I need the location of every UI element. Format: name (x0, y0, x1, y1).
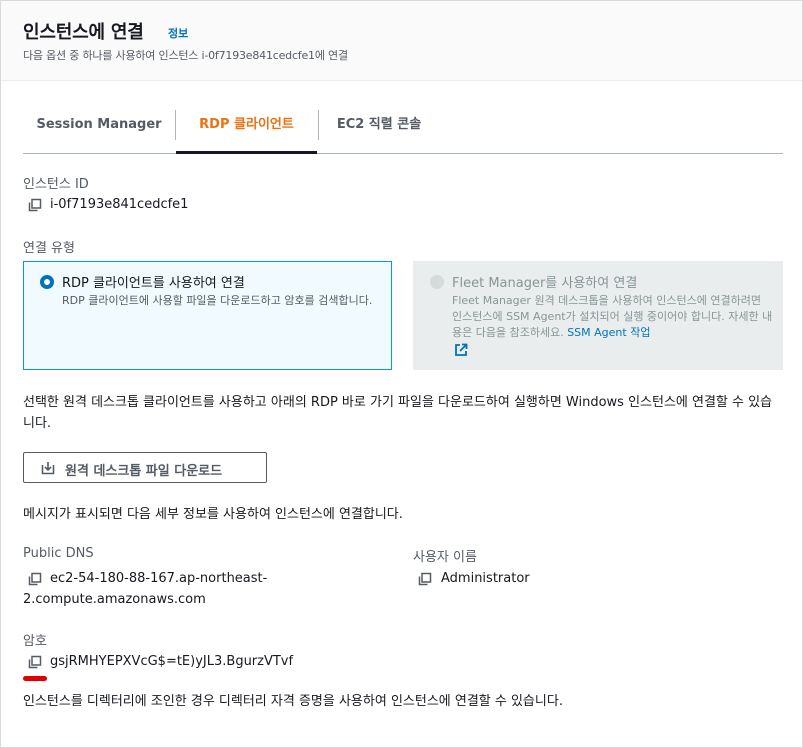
rdp-client-radio[interactable] (40, 275, 54, 289)
download-rdp-file-button[interactable]: 원격 데스크톱 파일 다운로드 (23, 452, 267, 483)
public-dns-value-line1: ec2-54-180-88-167.ap-northeast- (50, 571, 268, 586)
prompt-description: 메시지가 표시되면 다음 세부 정보를 사용하여 인스턴스에 연결합니다. (23, 507, 403, 522)
fleet-manager-option: Fleet Manager를 사용하여 연결 Fleet Manager 원격 … (413, 261, 783, 370)
panel-header: 인스턴스에 연결 정보 다음 옵션 중 하나를 사용하여 인스턴스 i-0f71… (1, 1, 802, 81)
ssm-agent-link[interactable]: SSM Agent 작업 (567, 326, 650, 339)
fleet-manager-radio (430, 275, 444, 289)
fleet-option-description: Fleet Manager 원격 데스크톱을 사용하여 인스턴스에 연결하려면 … (452, 293, 774, 341)
copy-icon[interactable] (28, 198, 42, 212)
tab-session-manager[interactable]: Session Manager (23, 96, 175, 153)
download-description: 선택한 원격 데스크톱 클라이언트를 사용하고 아래의 RDP 바로 가기 파일… (23, 395, 773, 431)
instance-id-label: 인스턴스 ID (23, 177, 89, 192)
username-value: Administrator (441, 571, 530, 586)
tab-ec2-serial-console[interactable]: EC2 직렬 콘솔 (319, 96, 439, 153)
username-label: 사용자 이름 (413, 550, 477, 565)
password-value: gsjRMHYEPXVcG$=tE)yJL3.BgurzVTvf (50, 654, 294, 669)
copy-icon[interactable] (418, 572, 432, 586)
connect-panel: 인스턴스에 연결 정보 다음 옵션 중 하나를 사용하여 인스턴스 i-0f71… (0, 0, 803, 748)
password-label: 암호 (23, 634, 47, 649)
public-dns-value-line2: 2.compute.amazonaws.com (23, 592, 206, 607)
connection-type-label: 연결 유형 (23, 241, 75, 256)
info-link[interactable]: 정보 (168, 25, 188, 41)
page-title: 인스턴스에 연결 (23, 22, 144, 43)
download-icon (41, 462, 55, 475)
instance-id-value: i-0f7193e841cedcfe1 (50, 197, 189, 212)
connection-tabs: Session Manager RDP 클라이언트 EC2 직렬 콘솔 (23, 96, 783, 154)
annotation-underline (23, 676, 47, 681)
rdp-client-option[interactable]: RDP 클라이언트를 사용하여 연결 RDP 클라이언트에 사용할 파일을 다운… (23, 261, 392, 370)
rdp-option-description: RDP 클라이언트에 사용할 파일을 다운로드하고 암호를 검색합니다. (62, 294, 373, 307)
download-button-label: 원격 데스크톱 파일 다운로드 (65, 464, 223, 479)
domain-description: 인스턴스를 디렉터리에 조인한 경우 디렉터리 자격 증명을 사용하여 인스턴스… (23, 694, 563, 709)
public-dns-label: Public DNS (23, 546, 94, 561)
tab-rdp-client[interactable]: RDP 클라이언트 (176, 96, 317, 154)
page-subtitle: 다음 옵션 중 하나를 사용하여 인스턴스 i-0f7193e841cedcfe… (23, 49, 348, 62)
external-link-icon[interactable] (454, 343, 468, 357)
copy-icon[interactable] (28, 572, 42, 586)
rdp-option-title: RDP 클라이언트를 사용하여 연결 (62, 276, 245, 291)
copy-icon[interactable] (28, 655, 42, 669)
fleet-option-title: Fleet Manager를 사용하여 연결 (452, 276, 638, 291)
